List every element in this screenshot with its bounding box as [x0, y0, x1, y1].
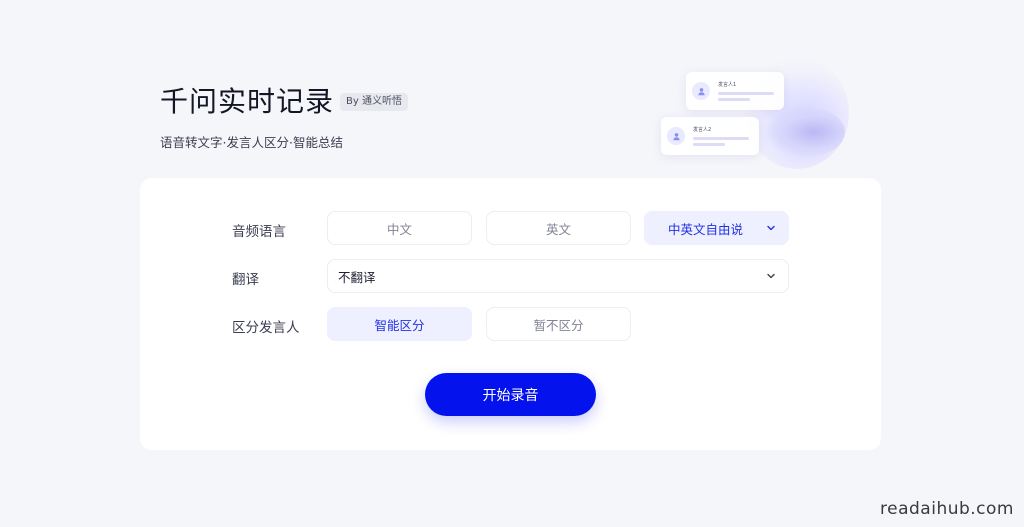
language-option-mixed-label: 中英文自由说	[667, 221, 743, 237]
speaker-option-smart[interactable]: 智能区分	[327, 307, 472, 341]
speaker-name: 发言人2	[693, 126, 712, 133]
language-option-mixed[interactable]: 中英文自由说	[644, 211, 789, 245]
text-line	[718, 91, 774, 95]
title-row: 千问实时记录 By 通义听悟	[160, 80, 408, 120]
chevron-down-icon	[766, 271, 776, 281]
header: 千问实时记录 By 通义听悟 语音转文字·发言人区分·智能总结	[160, 80, 408, 151]
start-recording-button[interactable]: 开始录音	[425, 373, 596, 416]
brand-badge: By 通义听悟	[340, 93, 408, 111]
glow-orb-inner	[767, 107, 845, 157]
hero-illustration: 发言人1 发言人2	[655, 55, 855, 185]
translation-select[interactable]: 不翻译	[327, 259, 789, 293]
watermark: readaihub.com	[880, 499, 1014, 519]
language-option-english[interactable]: 英文	[486, 211, 631, 245]
text-line	[693, 142, 725, 146]
page: 千问实时记录 By 通义听悟 语音转文字·发言人区分·智能总结 发言人1 发言人…	[0, 0, 1024, 527]
language-option-chinese[interactable]: 中文	[327, 211, 472, 245]
speaker-card: 发言人2	[661, 117, 759, 155]
user-icon	[692, 82, 710, 100]
text-line	[718, 97, 750, 101]
settings-card: 音频语言 中文 英文 中英文自由说 翻译 不翻译 区分发言人 智能区分 暂不区分…	[140, 178, 881, 450]
page-subtitle: 语音转文字·发言人区分·智能总结	[160, 135, 343, 150]
audio-language-label: 音频语言	[232, 224, 286, 240]
text-line	[693, 136, 749, 140]
chevron-down-icon	[766, 223, 776, 233]
speaker-name: 发言人1	[718, 81, 737, 88]
speaker-option-none[interactable]: 暂不区分	[486, 307, 631, 341]
translation-label: 翻译	[232, 272, 259, 288]
speaker-card: 发言人1	[686, 72, 784, 110]
speaker-separation-label: 区分发言人	[232, 320, 300, 336]
page-title: 千问实时记录	[160, 85, 335, 118]
translation-value: 不翻译	[338, 269, 376, 285]
user-icon	[667, 127, 685, 145]
